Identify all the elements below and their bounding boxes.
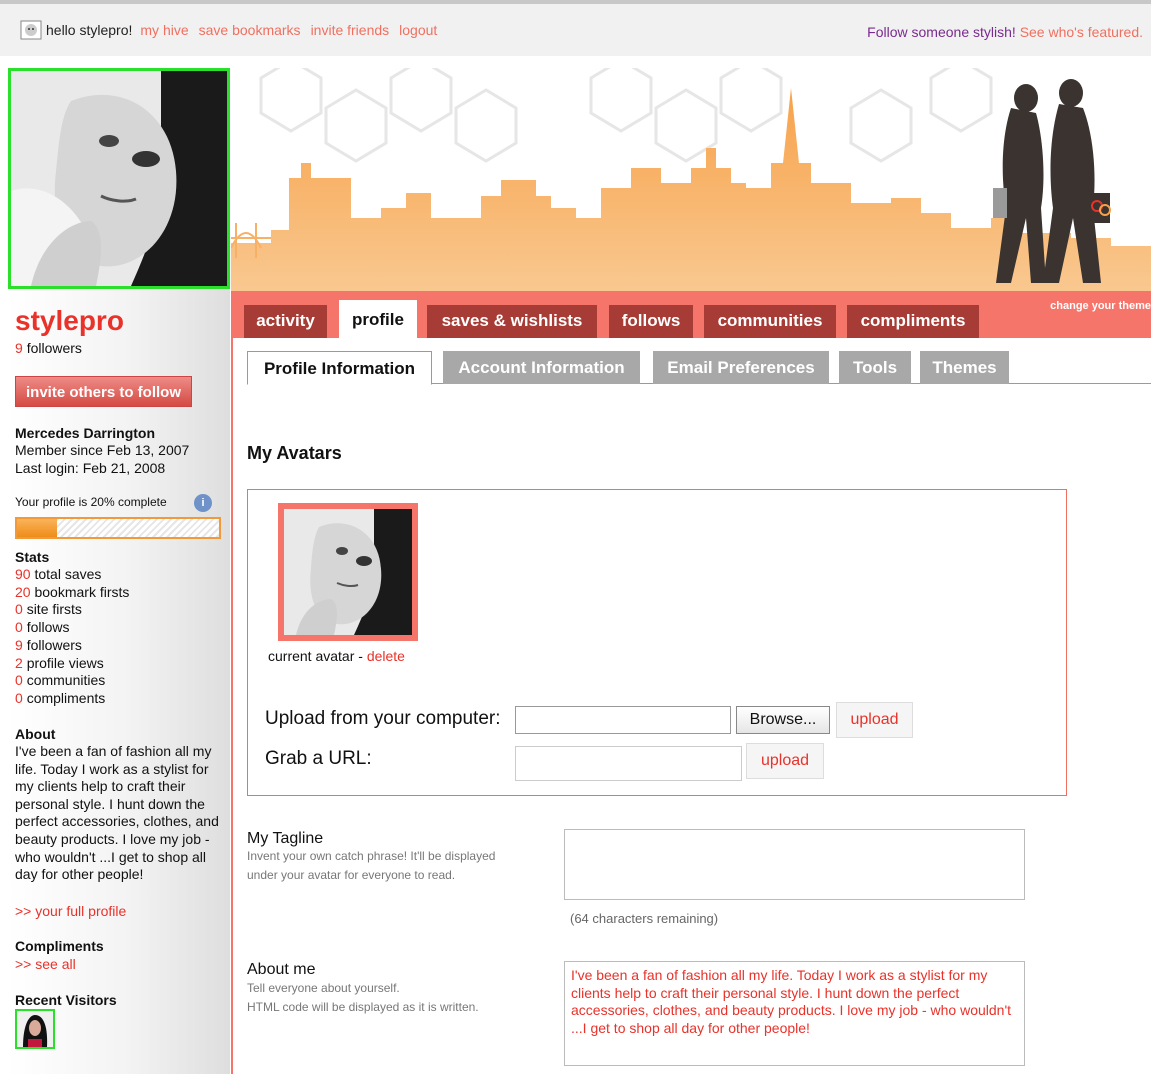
sidebar: stylepro 9 followers invite others to fo… xyxy=(8,68,230,1074)
follow-prompt: Follow someone stylish! xyxy=(867,24,1016,40)
current-avatar-image xyxy=(284,509,412,635)
my-hive-link[interactable]: my hive xyxy=(140,22,188,38)
info-icon[interactable]: i xyxy=(194,494,212,512)
subtab-email-preferences[interactable]: Email Preferences xyxy=(653,351,829,384)
main-tab-bar: change your theme activity profile saves… xyxy=(231,291,1151,338)
main-content: Profile Information Account Information … xyxy=(231,338,1151,1074)
stat-count[interactable]: 90 xyxy=(15,566,31,582)
tagline-help-1: Invent your own catch phrase! It'll be d… xyxy=(247,849,496,863)
tab-follows[interactable]: follows xyxy=(609,305,693,338)
subtab-themes[interactable]: Themes xyxy=(920,351,1009,384)
full-name: Mercedes Darrington xyxy=(15,425,156,441)
upload-computer-label: Upload from your computer: xyxy=(265,708,501,729)
logout-link[interactable]: logout xyxy=(399,22,437,38)
current-avatar-label: current avatar - xyxy=(268,648,367,664)
subtab-account-information[interactable]: Account Information xyxy=(443,351,640,384)
full-profile-link[interactable]: >> your full profile xyxy=(15,903,126,919)
subtab-profile-information[interactable]: Profile Information xyxy=(247,351,432,385)
stat-label: total saves xyxy=(34,566,102,582)
tab-profile[interactable]: profile xyxy=(339,300,417,338)
chars-remaining: (64 characters remaining) xyxy=(570,911,719,926)
stat-item: 9 followers xyxy=(15,637,129,655)
stat-label: follows xyxy=(26,619,70,636)
my-avatars-title: My Avatars xyxy=(247,443,342,463)
about-heading: About xyxy=(15,726,56,742)
top-bar-left: hello stylepro! my hive save bookmarks i… xyxy=(20,20,447,40)
upload-url-button[interactable]: upload xyxy=(746,743,824,779)
progress-fill xyxy=(17,519,58,537)
stat-label: followers xyxy=(26,636,82,653)
recent-visitors-heading: Recent Visitors xyxy=(15,992,117,1008)
user-face-icon xyxy=(20,20,42,40)
tab-saves-wishlists[interactable]: saves & wishlists xyxy=(427,305,597,338)
about-me-help-2: HTML code will be displayed as it is wri… xyxy=(247,1000,479,1014)
profile-complete-text: Your profile is 20% complete xyxy=(15,495,167,509)
stat-item: 20 bookmark firsts xyxy=(15,584,129,602)
stat-count[interactable]: 0 xyxy=(15,601,23,617)
current-avatar-caption: current avatar - delete xyxy=(268,648,405,664)
member-since: Member since Feb 13, 2007 xyxy=(15,442,190,458)
browse-button[interactable]: Browse... xyxy=(736,706,830,734)
stat-label: bookmark firsts xyxy=(34,583,130,600)
see-all-link[interactable]: >> see all xyxy=(15,956,76,972)
stat-count[interactable]: 20 xyxy=(15,584,31,600)
top-bar-right: Follow someone stylish! See who's featur… xyxy=(867,24,1143,40)
stat-item: 0 site firsts xyxy=(15,601,129,619)
stat-item: 0 communities xyxy=(15,672,129,690)
stat-label: site firsts xyxy=(26,601,82,618)
tab-activity[interactable]: activity xyxy=(244,305,327,338)
visitor-avatar[interactable] xyxy=(15,1009,55,1049)
stat-label: communities xyxy=(26,672,106,689)
stat-count[interactable]: 2 xyxy=(15,655,23,671)
featured-link[interactable]: See who's featured. xyxy=(1020,24,1143,40)
greeting: hello stylepro! xyxy=(46,22,133,38)
delete-avatar-link[interactable]: delete xyxy=(367,648,405,664)
header-banner xyxy=(231,68,1151,291)
change-theme-link[interactable]: change your theme xyxy=(1050,300,1151,312)
save-bookmarks-link[interactable]: save bookmarks xyxy=(199,22,301,38)
stat-count[interactable]: 0 xyxy=(15,690,23,706)
stat-label: profile views xyxy=(26,654,104,671)
followers-label: followers xyxy=(26,340,82,356)
upload-file-button[interactable]: upload xyxy=(836,702,913,738)
file-path-input[interactable] xyxy=(515,706,731,734)
about-text: I've been a fan of fashion all my life. … xyxy=(15,743,219,883)
current-avatar xyxy=(278,503,418,641)
stats-heading: Stats xyxy=(15,549,50,565)
tagline-label: My Tagline xyxy=(247,830,324,847)
followers-summary: 9 followers xyxy=(15,340,82,356)
top-bar: hello stylepro! my hive save bookmarks i… xyxy=(0,0,1151,56)
about-me-label: About me xyxy=(247,961,316,978)
avatar-url-input[interactable] xyxy=(515,746,742,781)
about-me-textarea[interactable]: I've been a fan of fashion all my life. … xyxy=(564,961,1025,1066)
tagline-help-2: under your avatar for everyone to read. xyxy=(247,868,456,882)
stat-item: 2 profile views xyxy=(15,655,129,673)
profile-photo-image xyxy=(11,71,227,286)
avatar-panel: current avatar - delete Upload from your… xyxy=(247,489,1067,796)
profile-progress-bar xyxy=(15,517,221,539)
stat-count[interactable]: 0 xyxy=(15,672,23,688)
tagline-input[interactable] xyxy=(564,829,1025,900)
stat-count[interactable]: 0 xyxy=(15,619,23,635)
invite-friends-link[interactable]: invite friends xyxy=(311,22,390,38)
stat-item: 0 follows xyxy=(15,619,129,637)
username: stylepro xyxy=(15,305,124,336)
about-me-help-1: Tell everyone about yourself. xyxy=(247,981,400,995)
grab-url-label: Grab a URL: xyxy=(265,748,372,769)
compliments-heading: Compliments xyxy=(15,938,104,954)
last-login: Last login: Feb 21, 2008 xyxy=(15,460,166,476)
city-skyline-graphic xyxy=(231,68,1151,291)
stat-item: 90 total saves xyxy=(15,566,129,584)
subtab-tools[interactable]: Tools xyxy=(839,351,911,384)
tab-communities[interactable]: communities xyxy=(704,305,836,338)
invite-others-button[interactable]: invite others to follow xyxy=(15,376,192,407)
tab-compliments[interactable]: compliments xyxy=(847,305,979,338)
stat-item: 0 compliments xyxy=(15,690,129,708)
stats-list: 90 total saves 20 bookmark firsts 0 site… xyxy=(15,566,129,708)
profile-photo[interactable] xyxy=(8,68,230,289)
visitor-avatar-image xyxy=(17,1011,53,1047)
stat-count[interactable]: 9 xyxy=(15,637,23,653)
followers-count: 9 xyxy=(15,340,23,356)
stat-label: compliments xyxy=(26,689,106,706)
